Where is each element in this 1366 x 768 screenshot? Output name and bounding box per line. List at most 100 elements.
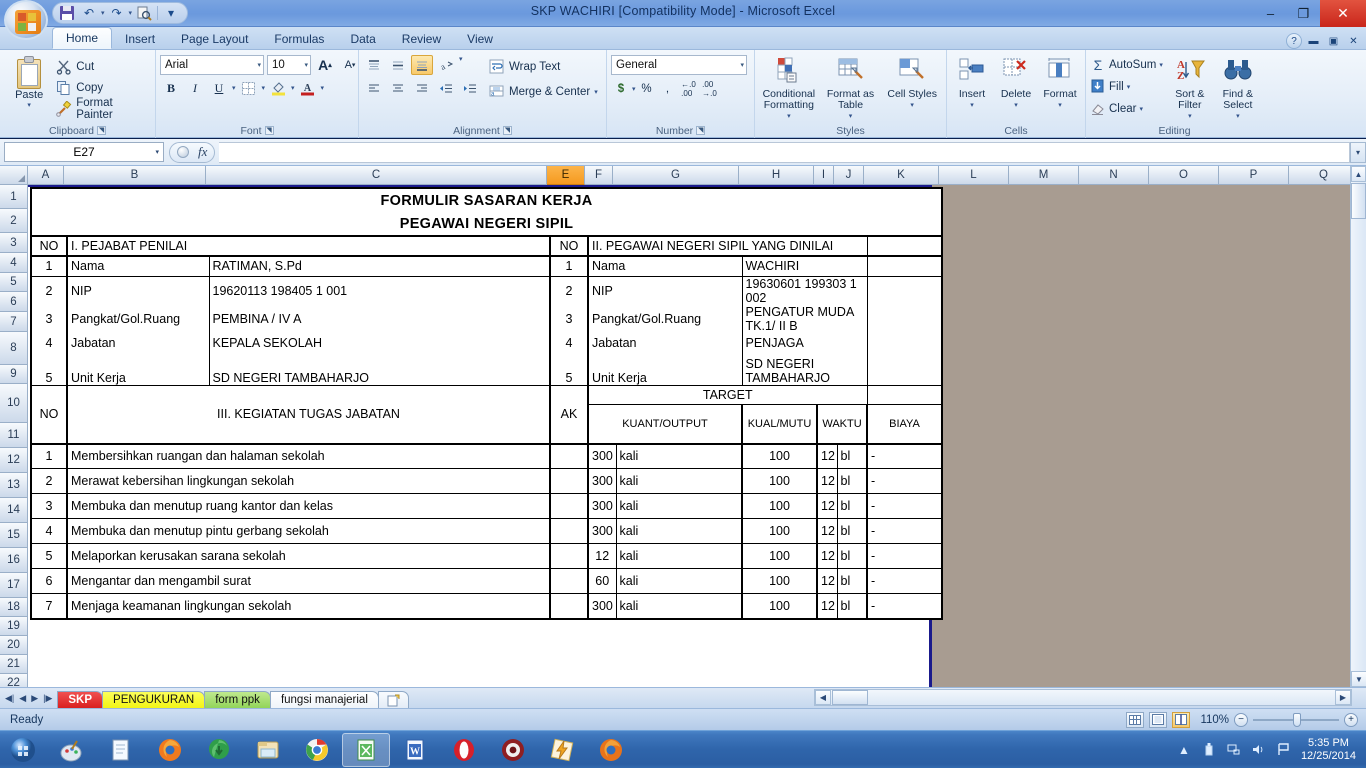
expand-formula-bar-button[interactable]: ▾ xyxy=(1350,142,1366,163)
save-button[interactable] xyxy=(57,4,77,23)
number-format-select[interactable]: General▾ xyxy=(611,55,747,75)
select-all-button[interactable] xyxy=(0,166,28,185)
undo-dropdown-icon[interactable]: ▾ xyxy=(101,9,105,17)
tab-review[interactable]: Review xyxy=(389,28,454,49)
taskbar-lightning-icon[interactable] xyxy=(538,733,586,767)
vertical-scroll-thumb[interactable] xyxy=(1351,183,1366,219)
decrease-decimal-button[interactable]: .00→.0 xyxy=(700,79,720,98)
scroll-up-button[interactable]: ▲ xyxy=(1351,166,1366,182)
prev-sheet-button[interactable]: ◀ xyxy=(19,693,26,704)
first-sheet-button[interactable]: ◀| xyxy=(5,693,14,704)
horizontal-scroll-thumb[interactable] xyxy=(832,690,868,705)
tab-data[interactable]: Data xyxy=(337,28,388,49)
fill-button[interactable]: Fill ▾ xyxy=(1090,77,1163,97)
orientation-button[interactable]: a xyxy=(435,55,457,75)
find-select-button[interactable]: Find & Select ▾ xyxy=(1215,55,1261,122)
column-header-K[interactable]: K xyxy=(864,166,939,185)
action-center-flag-icon[interactable] xyxy=(1276,742,1292,758)
taskbar-notepad-icon[interactable] xyxy=(97,733,145,767)
next-sheet-button[interactable]: ▶ xyxy=(31,693,38,704)
font-dialog-launcher[interactable]: ◥ xyxy=(265,126,274,135)
paste-dropdown-icon[interactable]: ▾ xyxy=(27,101,31,109)
format-painter-button[interactable]: Format Painter xyxy=(54,98,151,119)
taskbar-idm-icon[interactable] xyxy=(195,733,243,767)
taskbar-media-icon[interactable] xyxy=(489,733,537,767)
zoom-slider-thumb[interactable] xyxy=(1293,713,1301,727)
bold-button[interactable]: B xyxy=(160,78,182,98)
restore-button[interactable]: ❐ xyxy=(1287,0,1320,27)
font-color-button[interactable]: A xyxy=(297,78,319,98)
align-bottom-button[interactable] xyxy=(411,55,433,75)
borders-dropdown-icon[interactable]: ▾ xyxy=(262,84,266,92)
volume-icon[interactable] xyxy=(1251,742,1267,758)
number-dialog-launcher[interactable]: ◥ xyxy=(696,126,705,135)
close-ribbon-icon[interactable]: ✕ xyxy=(1345,34,1362,49)
page-layout-view-button[interactable] xyxy=(1149,712,1167,728)
row-header-2[interactable]: 2 xyxy=(0,209,28,233)
tray-expand-icon[interactable]: ▲ xyxy=(1176,742,1192,758)
column-header-P[interactable]: P xyxy=(1219,166,1289,185)
undo-button[interactable]: ↶ xyxy=(79,4,99,23)
formula-input[interactable] xyxy=(219,142,1350,163)
name-box[interactable]: E27 ▾ xyxy=(4,142,164,162)
row-header-15[interactable]: 15 xyxy=(0,523,28,548)
last-sheet-button[interactable]: |▶ xyxy=(43,693,52,704)
taskbar-firefox2-icon[interactable] xyxy=(587,733,635,767)
minimize-button[interactable]: – xyxy=(1254,0,1287,27)
minimize-ribbon-icon[interactable]: ▬ xyxy=(1305,34,1322,49)
row-header-17[interactable]: 17 xyxy=(0,573,28,598)
row-header-8[interactable]: 8 xyxy=(0,332,28,365)
cell-styles-button[interactable]: Cell Styles ▾ xyxy=(882,55,942,111)
currency-dropdown-icon[interactable]: ▾ xyxy=(632,85,636,93)
row-header-10[interactable]: 10 xyxy=(0,384,28,423)
insert-worksheet-button[interactable] xyxy=(378,691,409,709)
wrap-text-button[interactable]: Wrap Text xyxy=(487,56,600,77)
column-header-A[interactable]: A xyxy=(28,166,64,185)
format-cells-dropdown-icon[interactable]: ▾ xyxy=(1058,100,1062,111)
row-header-18[interactable]: 18 xyxy=(0,598,28,617)
scroll-down-button[interactable]: ▼ xyxy=(1351,671,1366,687)
merge-center-button[interactable]: a Merge & Center ▾ xyxy=(487,81,600,102)
row-header-20[interactable]: 20 xyxy=(0,636,28,655)
restore-ribbon-icon[interactable]: ▣ xyxy=(1325,34,1342,49)
help-icon[interactable]: ? xyxy=(1286,33,1302,49)
cut-button[interactable]: Cut xyxy=(54,56,151,77)
alignment-dialog-launcher[interactable]: ◥ xyxy=(503,126,512,135)
font-name-select[interactable]: Arial▾ xyxy=(160,55,264,75)
start-button[interactable] xyxy=(0,731,46,768)
insert-cells-button[interactable]: Insert ▾ xyxy=(951,55,993,111)
conditional-formatting-dropdown-icon[interactable]: ▾ xyxy=(787,111,791,122)
cell-styles-dropdown-icon[interactable]: ▾ xyxy=(910,100,914,111)
insert-cells-dropdown-icon[interactable]: ▾ xyxy=(970,100,974,111)
row-header-12[interactable]: 12 xyxy=(0,448,28,473)
column-header-N[interactable]: N xyxy=(1079,166,1149,185)
taskbar-clock[interactable]: 5:35 PM 12/25/2014 xyxy=(1301,737,1356,763)
fill-color-dropdown-icon[interactable]: ▾ xyxy=(291,84,295,92)
fill-dropdown-icon[interactable]: ▾ xyxy=(1127,83,1131,91)
delete-cells-dropdown-icon[interactable]: ▾ xyxy=(1014,100,1018,111)
column-header-G[interactable]: G xyxy=(613,166,739,185)
orientation-dropdown-icon[interactable]: ▾ xyxy=(459,55,463,75)
taskbar-word-icon[interactable]: W xyxy=(391,733,439,767)
taskbar-excel-icon[interactable] xyxy=(342,733,390,767)
row-header-13[interactable]: 13 xyxy=(0,473,28,498)
autosum-button[interactable]: Σ AutoSum ▾ xyxy=(1090,55,1163,75)
row-header-19[interactable]: 19 xyxy=(0,617,28,636)
currency-button[interactable]: $ xyxy=(611,79,631,98)
taskbar-chrome-icon[interactable] xyxy=(293,733,341,767)
sheet-tab-pengukuran[interactable]: PENGUKURAN xyxy=(102,691,205,709)
italic-button[interactable]: I xyxy=(184,78,206,98)
zoom-slider[interactable] xyxy=(1253,719,1339,721)
fill-color-button[interactable] xyxy=(267,78,289,98)
row-header-21[interactable]: 21 xyxy=(0,655,28,674)
row-header-16[interactable]: 16 xyxy=(0,548,28,573)
customize-qat-button[interactable]: ▾ xyxy=(161,4,181,23)
column-header-C[interactable]: C xyxy=(206,166,547,185)
tab-insert[interactable]: Insert xyxy=(112,28,168,49)
row-header-1[interactable]: 1 xyxy=(0,185,28,209)
column-header-J[interactable]: J xyxy=(834,166,864,185)
align-right-button[interactable] xyxy=(411,78,433,98)
redo-button[interactable]: ↷ xyxy=(107,4,127,23)
tab-formulas[interactable]: Formulas xyxy=(261,28,337,49)
increase-decimal-button[interactable]: ←.0.00 xyxy=(679,79,699,98)
